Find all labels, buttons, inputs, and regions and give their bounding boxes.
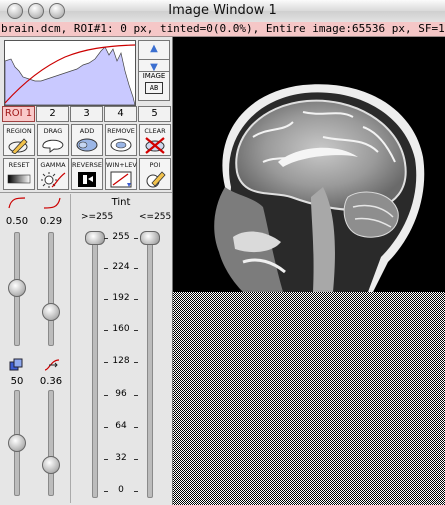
drag-hand-icon bbox=[42, 139, 64, 153]
curve-up-icon bbox=[43, 197, 61, 209]
slider-1-value: 0.50 bbox=[5, 216, 29, 227]
slider-2-track[interactable] bbox=[48, 232, 54, 346]
tint-panel: Tint >=255 <=255 255 224 192 160 128 96 … bbox=[70, 194, 171, 503]
add-tool-button[interactable]: ADD bbox=[71, 124, 103, 156]
region-tool-button[interactable]: REGION bbox=[3, 124, 35, 156]
pencil-icon bbox=[8, 138, 28, 154]
curve-down-icon bbox=[8, 197, 26, 209]
tint-lower-label: >=255 bbox=[81, 212, 114, 222]
slider-1-knob[interactable] bbox=[8, 279, 26, 297]
grayscale-ramp-icon bbox=[7, 174, 31, 184]
status-line: brain.dcm, ROI#1: 0 px, tinted=0(0.0%), … bbox=[0, 22, 445, 37]
clear-x-icon bbox=[145, 137, 165, 154]
tint-tick: 224 bbox=[104, 262, 138, 272]
image-ab-button[interactable]: IMAGE AB bbox=[138, 71, 170, 101]
curve-arrow-icon bbox=[44, 359, 60, 371]
tab-roi-2[interactable]: 2 bbox=[36, 106, 69, 122]
slider-2-value: 0.29 bbox=[39, 216, 63, 227]
tint-tick: 255 bbox=[104, 232, 138, 242]
slider-4-knob[interactable] bbox=[42, 456, 60, 474]
tint-tick: 32 bbox=[104, 453, 138, 463]
window-level-button[interactable]: WIN+LEV bbox=[105, 158, 137, 190]
poi-label: POI bbox=[149, 161, 161, 169]
remove-tool-label: REMOVE bbox=[107, 127, 135, 135]
clear-tool-button[interactable]: CLEAR bbox=[139, 124, 171, 156]
reverse-button[interactable]: REVERSE bbox=[71, 158, 103, 190]
gamma-label: GAMMA bbox=[40, 161, 66, 169]
scroll-up-button[interactable]: ▲ bbox=[138, 40, 170, 60]
window-level-icon bbox=[110, 171, 132, 188]
tab-roi-3[interactable]: 3 bbox=[70, 106, 103, 122]
remove-region-icon bbox=[110, 138, 132, 152]
slider-4-track[interactable] bbox=[48, 390, 54, 496]
image-ab-label: IMAGE bbox=[142, 72, 166, 80]
region-tool-label: REGION bbox=[6, 127, 32, 135]
tint-upper-knob[interactable] bbox=[140, 231, 160, 245]
tab-roi-4[interactable]: 4 bbox=[104, 106, 137, 122]
tint-tick: 0 bbox=[104, 485, 138, 495]
tint-tick: 192 bbox=[104, 293, 138, 303]
tint-lower-knob[interactable] bbox=[85, 231, 105, 245]
reverse-icon bbox=[78, 172, 96, 187]
slider-2-knob[interactable] bbox=[42, 303, 60, 321]
window-level-label: WIN+LEV bbox=[106, 161, 137, 169]
tint-tick: 96 bbox=[104, 389, 138, 399]
image-ab-subtext: AB bbox=[145, 82, 163, 94]
tint-upper-label: <=255 bbox=[139, 212, 172, 222]
tint-tick: 128 bbox=[104, 356, 138, 366]
mri-brain-image bbox=[173, 37, 445, 292]
tab-roi-5[interactable]: 5 bbox=[138, 106, 171, 122]
gamma-slider-panel: 0.50 0.29 50 0.36 bbox=[2, 194, 68, 503]
add-region-icon bbox=[76, 138, 98, 152]
slider-3-value: 50 bbox=[10, 376, 24, 387]
poi-button[interactable]: POI bbox=[139, 158, 171, 190]
remove-tool-button[interactable]: REMOVE bbox=[105, 124, 137, 156]
tint-title: Tint bbox=[111, 197, 131, 208]
clear-tool-label: CLEAR bbox=[144, 127, 166, 135]
blank-region bbox=[173, 292, 445, 505]
image-viewport[interactable] bbox=[172, 37, 445, 505]
tint-tick: 64 bbox=[104, 421, 138, 431]
panel-separator bbox=[0, 192, 172, 193]
drag-tool-button[interactable]: DRAG bbox=[37, 124, 69, 156]
reset-label: RESET bbox=[8, 161, 30, 169]
add-tool-label: ADD bbox=[79, 127, 95, 135]
tab-roi-1[interactable]: ROI 1 bbox=[2, 106, 35, 122]
tint-upper-track[interactable] bbox=[147, 232, 153, 498]
tint-lower-track[interactable] bbox=[92, 232, 98, 498]
histogram-chart bbox=[4, 44, 136, 106]
window-title: Image Window 1 bbox=[168, 3, 277, 18]
title-bar[interactable]: Image Window 1 bbox=[0, 0, 445, 23]
slider-3-knob[interactable] bbox=[8, 434, 26, 452]
poi-pencil-icon bbox=[146, 171, 166, 188]
tint-tick: 160 bbox=[104, 324, 138, 334]
reset-button[interactable]: RESET bbox=[3, 158, 35, 190]
layers-icon bbox=[9, 358, 23, 371]
gamma-sun-icon bbox=[41, 172, 66, 188]
reverse-label: REVERSE bbox=[72, 161, 102, 169]
slider-4-value: 0.36 bbox=[39, 376, 63, 387]
histogram-panel[interactable] bbox=[4, 40, 136, 106]
gamma-button[interactable]: GAMMA bbox=[37, 158, 69, 190]
drag-tool-label: DRAG bbox=[43, 127, 63, 135]
status-text: brain.dcm, ROI#1: 0 px, tinted=0(0.0%), … bbox=[1, 22, 445, 35]
